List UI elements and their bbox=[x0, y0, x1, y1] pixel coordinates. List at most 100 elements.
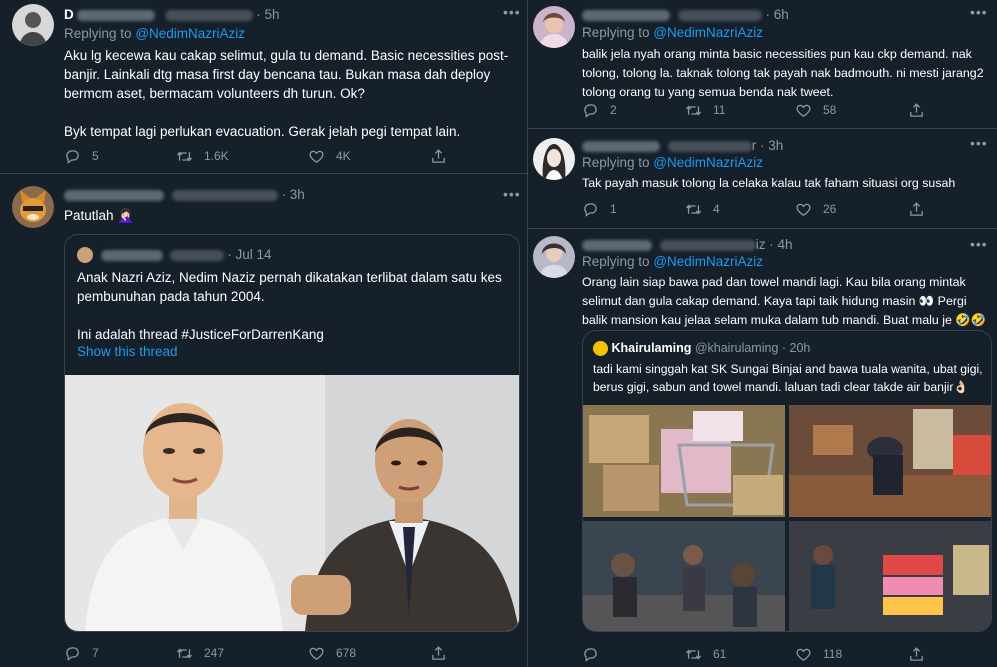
avatar[interactable] bbox=[533, 236, 575, 278]
quote-photo[interactable] bbox=[65, 375, 519, 631]
reply-button[interactable] bbox=[582, 644, 610, 664]
heart-icon bbox=[795, 201, 812, 218]
retweet-count: 247 bbox=[204, 646, 225, 660]
timestamp[interactable]: · 5h bbox=[256, 7, 279, 22]
avatar[interactable] bbox=[533, 6, 575, 48]
redacted-handle bbox=[659, 239, 756, 251]
redacted-handle bbox=[164, 9, 253, 21]
redacted-name bbox=[582, 9, 670, 21]
show-thread-link[interactable]: Show this thread bbox=[77, 344, 178, 359]
replying-handle-link[interactable]: @NedimNazriAziz bbox=[135, 26, 245, 41]
replying-label: Replying to bbox=[582, 25, 650, 40]
like-button[interactable]: 58 bbox=[795, 100, 836, 120]
like-button[interactable]: 4K bbox=[308, 146, 351, 166]
quote-date[interactable]: · Jul 14 bbox=[227, 247, 271, 262]
retweet-button[interactable]: 4 bbox=[685, 199, 720, 219]
redacted-handle bbox=[667, 140, 752, 152]
heart-icon bbox=[795, 646, 812, 663]
action-bar: 5 1.6K 4K bbox=[64, 146, 504, 166]
retweet-button[interactable]: 1.6K bbox=[176, 146, 229, 166]
reply-button[interactable]: 1 bbox=[582, 199, 617, 219]
avatar[interactable] bbox=[12, 186, 54, 228]
reply-button[interactable]: 7 bbox=[64, 643, 99, 663]
replying-handle-link[interactable]: @NedimNazriAziz bbox=[653, 25, 763, 40]
redacted-name bbox=[582, 239, 652, 251]
like-count: 678 bbox=[336, 646, 357, 660]
share-button[interactable] bbox=[430, 643, 458, 663]
reply-count: 2 bbox=[610, 103, 617, 117]
like-button[interactable]: 118 bbox=[795, 644, 842, 664]
more-icon[interactable]: ••• bbox=[970, 236, 988, 252]
tweet-text: Tak payah masuk tolong la celaka kalau t… bbox=[582, 176, 956, 190]
quoted-tweet[interactable]: Khairulaming @khairulaming · 20h tadi ka… bbox=[582, 330, 992, 632]
reply-button[interactable]: 5 bbox=[64, 146, 99, 166]
reply-count: 5 bbox=[92, 149, 99, 163]
tweet-text: Aku lg kecewa kau cakap selimut, gula tu… bbox=[64, 48, 509, 139]
retweet-button[interactable]: 11 bbox=[685, 100, 725, 120]
quote-display-name[interactable]: Khairulaming bbox=[611, 341, 691, 355]
like-button[interactable]: 26 bbox=[795, 199, 836, 219]
quote-avatar[interactable] bbox=[593, 341, 608, 357]
quote-handle[interactable]: @khairulaming bbox=[695, 341, 779, 355]
replying-label: Replying to bbox=[64, 26, 132, 41]
like-count: 58 bbox=[823, 103, 837, 117]
share-button[interactable] bbox=[908, 100, 936, 120]
more-icon[interactable]: ••• bbox=[970, 135, 988, 151]
share-button[interactable] bbox=[430, 146, 458, 166]
quote-header: Khairulaming @khairulaming · 20h bbox=[593, 341, 811, 357]
timestamp[interactable]: · 4h bbox=[769, 237, 792, 252]
avatar[interactable] bbox=[12, 4, 54, 46]
action-bar: 1 4 26 bbox=[582, 199, 982, 219]
quote-avatar[interactable] bbox=[77, 247, 93, 264]
heart-icon bbox=[308, 148, 325, 165]
reply-count: 1 bbox=[610, 202, 617, 216]
retweet-button[interactable]: 247 bbox=[176, 643, 224, 663]
photo-4 bbox=[789, 521, 991, 631]
redacted-handle bbox=[677, 9, 762, 21]
retweet-icon bbox=[685, 102, 702, 119]
retweet-icon bbox=[176, 148, 193, 165]
tweet[interactable]: r · 3h ••• Replying to @NedimNazriAziz T… bbox=[527, 128, 997, 229]
tweet-text: Patutlah 🤦🏻‍♀️ bbox=[64, 208, 135, 223]
retweet-icon bbox=[685, 201, 702, 218]
reply-button[interactable]: 2 bbox=[582, 100, 617, 120]
more-icon[interactable]: ••• bbox=[970, 4, 988, 20]
quote-photo-grid[interactable] bbox=[583, 405, 991, 631]
display-name[interactable]: D bbox=[64, 7, 74, 22]
replying-handle-link[interactable]: @NedimNazriAziz bbox=[653, 155, 763, 170]
replying-handle-link[interactable]: @NedimNazriAziz bbox=[653, 254, 763, 269]
reply-icon bbox=[582, 201, 599, 218]
retweet-button[interactable]: 61 bbox=[685, 644, 726, 664]
like-count: 26 bbox=[823, 202, 837, 216]
share-button[interactable] bbox=[908, 644, 936, 664]
tweet[interactable]: iz · 4h ••• Replying to @NedimNazriAziz … bbox=[527, 228, 997, 667]
action-bar: 2 11 58 bbox=[582, 100, 982, 120]
tweet-header: iz · 4h bbox=[582, 237, 793, 252]
share-icon bbox=[908, 201, 925, 218]
more-icon[interactable]: ••• bbox=[503, 186, 521, 202]
like-button[interactable]: 678 bbox=[308, 643, 356, 663]
replying-label: Replying to bbox=[582, 155, 650, 170]
reply-icon bbox=[64, 148, 81, 165]
tweet[interactable]: · 3h ••• Patutlah 🤦🏻‍♀️ · Jul 14 Anak Na… bbox=[0, 173, 527, 667]
timestamp[interactable]: · 3h bbox=[760, 138, 783, 153]
more-icon[interactable]: ••• bbox=[503, 4, 521, 20]
like-count: 118 bbox=[823, 647, 843, 661]
quoted-tweet[interactable]: · Jul 14 Anak Nazri Aziz, Nedim Naziz pe… bbox=[64, 234, 520, 632]
redacted-name bbox=[100, 249, 163, 261]
quote-time[interactable]: · 20h bbox=[782, 341, 811, 355]
retweet-count: 4 bbox=[713, 202, 720, 216]
replying-to: Replying to @NedimNazriAziz bbox=[64, 26, 245, 41]
tweet[interactable]: D · 5h ••• Replying to @NedimNazriAziz A… bbox=[0, 0, 527, 174]
share-icon bbox=[430, 645, 447, 662]
photo-1 bbox=[583, 405, 785, 517]
action-bar: 7 247 678 bbox=[64, 643, 504, 663]
share-icon bbox=[908, 102, 925, 119]
share-button[interactable] bbox=[908, 199, 936, 219]
timestamp[interactable]: · 3h bbox=[282, 187, 305, 202]
avatar[interactable] bbox=[533, 138, 575, 180]
timestamp[interactable]: · 6h bbox=[766, 7, 789, 22]
tweet-header: · 6h bbox=[582, 7, 789, 22]
redacted-handle bbox=[171, 189, 278, 201]
tweet[interactable]: · 6h ••• Replying to @NedimNazriAziz bal… bbox=[527, 0, 997, 129]
